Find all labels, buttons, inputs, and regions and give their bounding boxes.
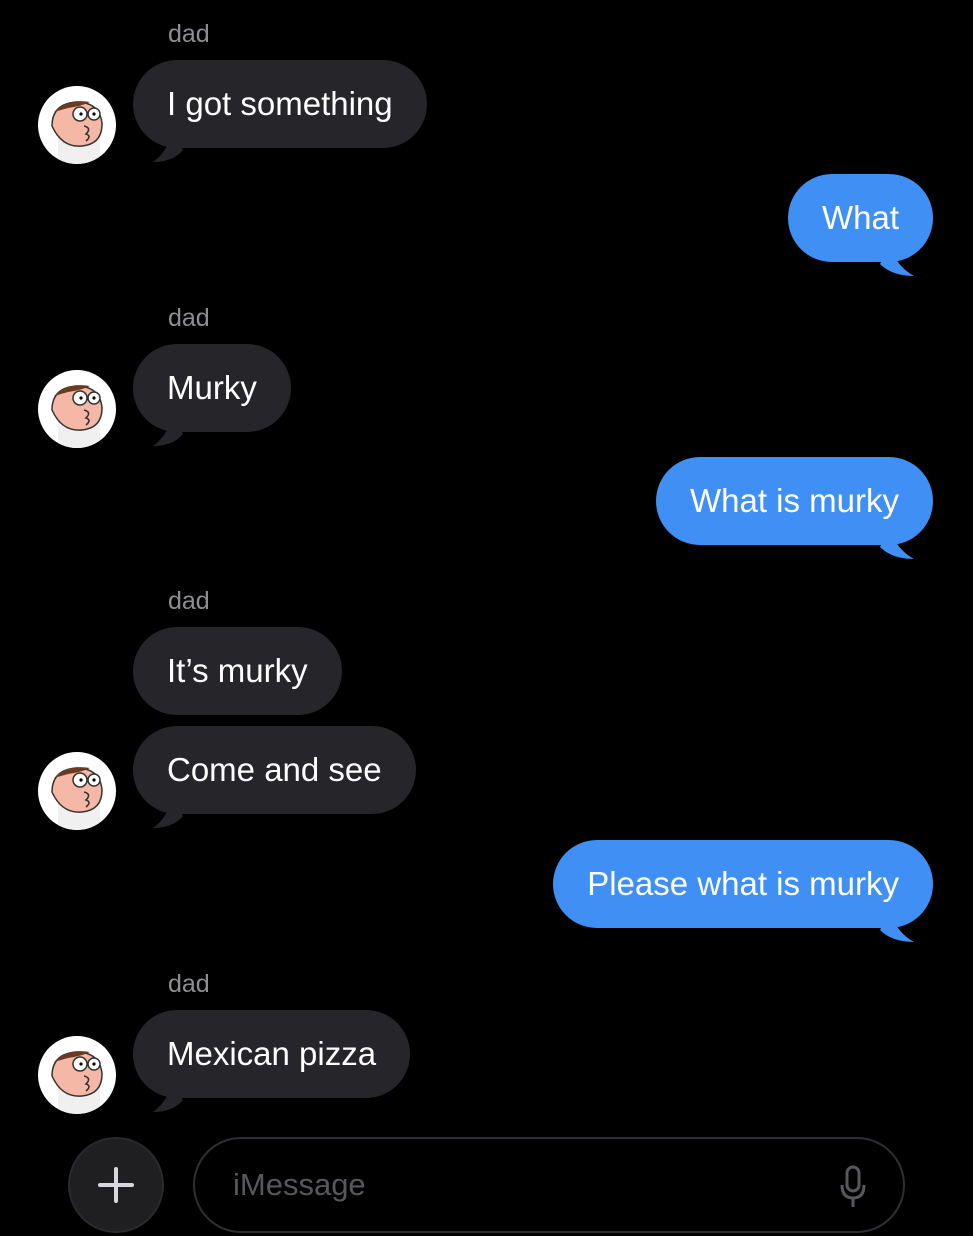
message-text: I got something (167, 85, 393, 122)
avatar-face-icon (51, 767, 103, 830)
bubble-tail (153, 416, 183, 446)
message-text: Please what is murky (587, 865, 899, 902)
contact-avatar[interactable] (38, 86, 116, 164)
message-input-placeholder: iMessage (233, 1167, 366, 1202)
message-text: Murky (167, 369, 257, 406)
avatar-face-icon (51, 1051, 103, 1114)
microphone-icon[interactable] (839, 1165, 867, 1209)
sender-name: dad (168, 970, 210, 998)
contact-avatar[interactable] (38, 752, 116, 830)
avatar-face-icon (51, 101, 103, 164)
bubble-tail (880, 246, 914, 276)
message-text: What (821, 199, 899, 236)
avatar-face-icon (51, 385, 103, 448)
message-text: What is murky (689, 482, 899, 519)
bubble-tail (880, 912, 914, 942)
message-text: It’s murky (167, 652, 308, 689)
bubble-tail (880, 529, 914, 559)
sender-name: dad (168, 304, 210, 332)
bubble-tail (153, 798, 183, 828)
plus-icon (98, 1167, 134, 1203)
bubble-tail (153, 132, 183, 162)
message-bubble-incoming[interactable]: It’s murky (133, 627, 342, 715)
contact-avatar[interactable] (38, 370, 116, 448)
message-text: Mexican pizza (167, 1035, 377, 1072)
add-attachment-button[interactable] (68, 1137, 164, 1233)
sender-name: dad (168, 20, 210, 48)
sender-name: dad (168, 587, 210, 615)
contact-avatar[interactable] (38, 1036, 116, 1114)
message-bubble-outgoing[interactable]: Please what is murky (553, 840, 933, 928)
message-text: Come and see (167, 751, 382, 788)
bubble-tail (153, 1082, 183, 1112)
message-input[interactable]: iMessage (193, 1137, 905, 1233)
